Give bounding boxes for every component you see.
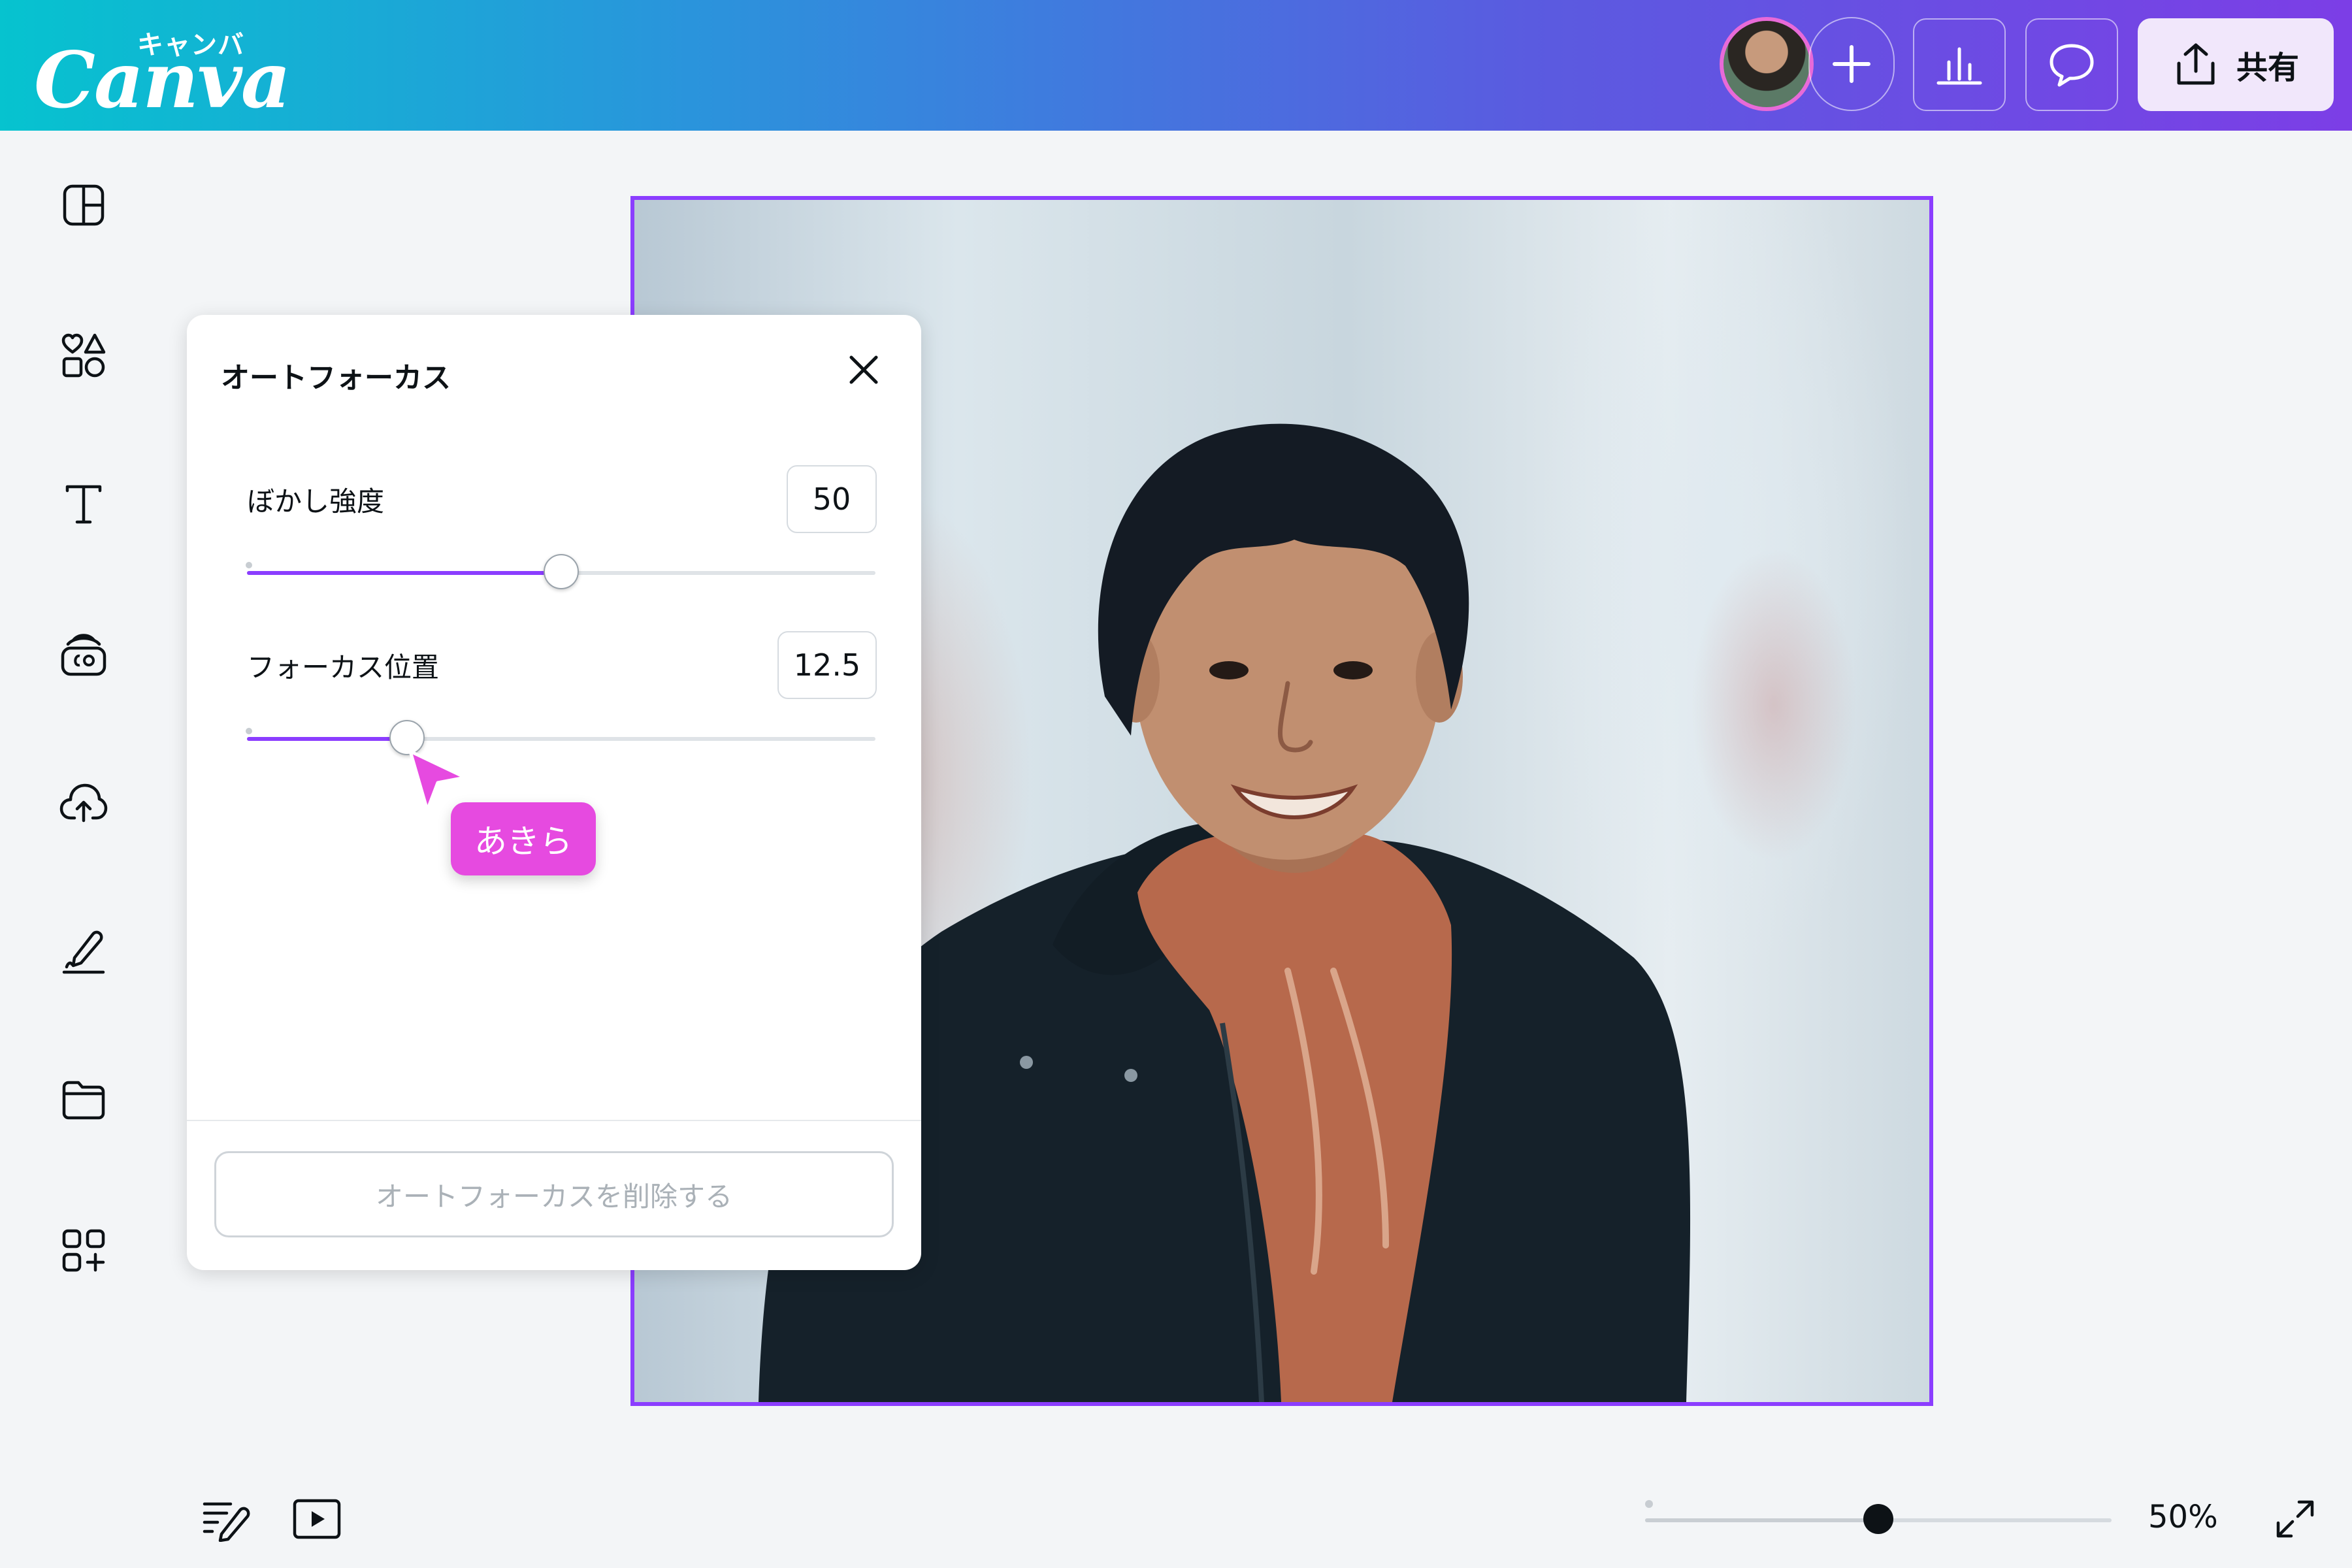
zoom-slider-fill (1645, 1518, 1878, 1522)
blur-value-input[interactable]: 50 (787, 465, 877, 533)
zoom-min-dot (1645, 1500, 1653, 1508)
focus-value-input[interactable]: 12.5 (777, 631, 877, 699)
elements-tab[interactable] (54, 325, 114, 385)
zoom-slider-thumb[interactable] (1863, 1504, 1893, 1534)
notes-icon (203, 1502, 250, 1542)
autofocus-panel: オートフォーカス ぼかし強度 50 フォーカス位置 12.5 オートフォーカスを… (187, 315, 921, 1270)
panel-divider (187, 1120, 921, 1121)
text-tab[interactable] (54, 474, 114, 534)
share-button[interactable]: 共有 (2138, 18, 2334, 111)
zoom-percentage[interactable]: 50% (2148, 1499, 2218, 1535)
slider-min-dot (246, 562, 252, 568)
chart-icon (1936, 47, 1982, 85)
layout-icon (63, 184, 105, 226)
plus-icon (1833, 45, 1870, 83)
share-label: 共有 (2236, 50, 2299, 86)
panel-title: オートフォーカス (221, 361, 451, 395)
slider-min-dot (246, 728, 252, 734)
blur-label: ぼかし強度 (247, 485, 385, 517)
zoom-slider[interactable] (1645, 1500, 2112, 1534)
focus-slider[interactable] (246, 720, 875, 755)
blur-slider-thumb[interactable] (544, 554, 579, 589)
design-tab[interactable] (54, 175, 114, 235)
avatar[interactable] (1720, 17, 1814, 111)
brand-icon (61, 634, 106, 676)
close-icon (849, 355, 878, 384)
share-icon (2177, 43, 2215, 85)
present-button[interactable] (287, 1490, 346, 1548)
collaborator-name-tag: あきら (451, 802, 596, 875)
canva-logo[interactable]: キャンバ Canva (34, 20, 291, 119)
uploads-tab[interactable] (54, 772, 114, 832)
draw-icon (62, 930, 105, 974)
projects-tab[interactable] (54, 1070, 114, 1130)
add-collaborator-button[interactable] (1808, 17, 1895, 111)
remove-autofocus-button[interactable]: オートフォーカスを削除する (214, 1151, 894, 1237)
text-icon (65, 485, 102, 524)
top-bar: キャンバ Canva 共有 (0, 0, 2352, 131)
brand-tab[interactable] (54, 623, 114, 683)
blur-slider-fill (247, 571, 561, 575)
logo-text: Canva (34, 35, 291, 125)
blur-slider[interactable] (246, 554, 875, 589)
draw-tab[interactable] (54, 921, 114, 981)
close-button[interactable] (840, 346, 887, 393)
insights-button[interactable] (1913, 18, 2006, 111)
present-icon (293, 1499, 341, 1539)
comments-button[interactable] (2025, 18, 2118, 111)
focus-label: フォーカス位置 (247, 651, 440, 683)
notes-button[interactable] (196, 1490, 255, 1548)
fullscreen-icon (2276, 1500, 2314, 1538)
elements-icon (61, 333, 106, 378)
fullscreen-button[interactable] (2266, 1490, 2325, 1548)
apps-tab[interactable] (54, 1220, 114, 1281)
apps-icon (62, 1229, 105, 1272)
focus-slider-fill (247, 737, 408, 741)
comment-icon (2050, 44, 2094, 87)
upload-cloud-icon (59, 783, 108, 823)
folder-icon (62, 1081, 105, 1120)
